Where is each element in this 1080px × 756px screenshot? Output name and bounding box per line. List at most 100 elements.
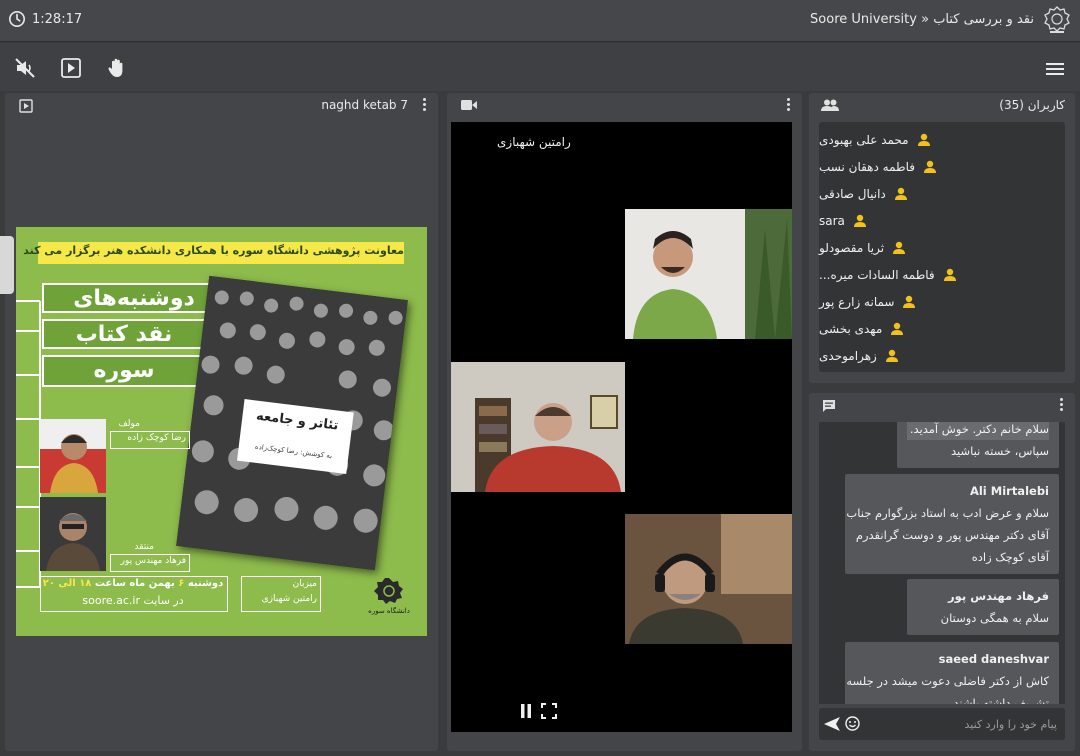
user-name: دانیال صادقی (819, 186, 886, 201)
chat-message-3: فرهاد مهندس پور سلام به همگی دوستان (907, 579, 1059, 635)
critic-name: فرهاد مهندس پور (120, 556, 186, 566)
users-count-title: کاربران (35) (999, 98, 1065, 112)
poster-logo-icon (374, 578, 403, 604)
hamburger-menu-icon[interactable] (1044, 58, 1066, 80)
user-list-item[interactable]: sara (819, 207, 1065, 234)
date-time: ۱۸ الی ۲۰ (42, 578, 92, 589)
chat-message-4-author: saeed daneshvar (938, 652, 1049, 666)
user-name: ثریا مقصودلو (819, 240, 885, 255)
user-icon (853, 214, 866, 227)
meeting-title: Soore University » نقد و بررسی کتاب (810, 12, 1034, 27)
user-name: مهدی بخشی (819, 321, 883, 336)
fullscreen-icon[interactable] (541, 703, 557, 719)
chat-input-bar (819, 708, 1065, 740)
user-icon (885, 349, 898, 362)
poster-header-text: معاونت پژوهشی دانشگاه سوره با همکاری دان… (23, 244, 404, 257)
series-line-1: دوشنبه‌های (73, 286, 195, 311)
user-icon (943, 268, 956, 281)
timer-text: 1:28:17 (32, 11, 83, 27)
sidebar-toggle-handle[interactable] (0, 236, 14, 294)
user-name: سمانه زارع پور (819, 294, 895, 309)
chat-message-2-author: Ali Mirtalebi (969, 484, 1049, 498)
chat-message-3-line-1: سلام به همگی دوستان (940, 611, 1049, 625)
date-mid: بهمن ماه ساعت (91, 578, 179, 589)
chat-icon (823, 400, 835, 412)
site-url: soore.ac.ir (82, 594, 140, 607)
user-list-item[interactable]: فاطمه دهقان نسب (819, 153, 1065, 180)
user-icon (894, 187, 907, 200)
user-icon (893, 241, 906, 254)
chat-message-2-line-3: آقای کوچک زاده (971, 550, 1049, 564)
play-media-icon[interactable] (60, 57, 82, 79)
author-name: رضا کوچک زاده (127, 433, 186, 443)
user-list-item[interactable]: ثریا مقصودلو (819, 234, 1065, 261)
chat-message-1: سلام خانم دکتر. خوش آمدید. سپاس، خسته نب… (897, 422, 1059, 468)
chat-message-4-line-2: تشریف داشته باشند (953, 696, 1049, 704)
video-header (447, 93, 802, 117)
webcam-tile-2[interactable] (451, 362, 625, 492)
mute-audio-icon[interactable] (14, 57, 36, 79)
date-line: دوشنبه ۶ بهمن ماه ساعت ۱۸ الی ۲۰ (42, 578, 224, 589)
author-photo (40, 419, 106, 493)
chat-message-input[interactable] (871, 715, 1057, 733)
presentation-slide: معاونت پژوهشی دانشگاه سوره با همکاری دان… (16, 227, 427, 636)
university-logo-icon (1044, 6, 1070, 33)
users-list: محمد علی بهبودی فاطمه دهقان نسب دانیال صاد… (819, 122, 1065, 372)
toolbar (0, 43, 1080, 91)
camera-icon (461, 100, 477, 110)
webcam-tile-1[interactable] (625, 209, 792, 339)
chat-messages: سلام خانم دکتر. خوش آمدید. سپاس، خسته نب… (819, 422, 1065, 704)
chat-message-2-line-2: آقای دکتر مهندس پور و دوست گرانقدرم (855, 528, 1049, 542)
user-list-item[interactable]: محمد علی بهبودی (819, 126, 1065, 153)
chat-message-1-line-2: سپاس، خسته نباشید (951, 444, 1049, 458)
user-list-item[interactable]: سمانه زارع پور (819, 288, 1065, 315)
user-name: محمد علی بهبودی (819, 132, 909, 147)
chat-header (809, 393, 1075, 417)
user-name: فاطمه دهقان نسب (819, 159, 915, 174)
chat-message-2-line-1: سلام و عرض ادب به استاد بزرگوارم جناب (846, 506, 1049, 520)
top-bar: 1:28:17 Soore University » نقد و بررسی ک… (0, 0, 1080, 42)
chat-options-icon[interactable] (1059, 398, 1063, 412)
presentation-title: naghd ketab 7 (321, 98, 408, 112)
chat-message-4: saeed daneshvar کاش از دکتر فاضلی دعوت م… (845, 642, 1059, 704)
book-cover: تئاتر و جامعه به کوشش: رضا کوچک‌زاده (176, 275, 408, 571)
author-role: مولف (118, 419, 140, 429)
user-list-item[interactable]: مهدی بخشی (819, 315, 1065, 342)
video-options-icon[interactable] (786, 98, 790, 112)
user-list-item[interactable]: زهراموحدی (819, 342, 1065, 369)
presentation-options-icon[interactable] (422, 98, 426, 112)
video-area: رامتین شهبازی (451, 122, 792, 732)
site-line: soore.ac.ir در سایت (42, 594, 224, 607)
speaker-label: رامتین شهبازی (497, 135, 571, 149)
presentation-icon (19, 99, 33, 113)
pause-icon[interactable] (519, 703, 533, 719)
session-timer: 1:28:17 (8, 10, 82, 28)
chat-message-2: Ali Mirtalebi سلام و عرض ادب به استاد بز… (845, 474, 1059, 574)
chat-message-4-line-1: کاش از دکتر فاضلی دعوت میشد در جلسه (846, 674, 1049, 688)
poster-logo-text: دانشگاه سوره (368, 607, 410, 615)
webcam-tile-3[interactable] (625, 514, 792, 644)
users-group-icon (821, 99, 839, 111)
user-list-item[interactable]: فاطمه السادات میره... (819, 261, 1065, 288)
critic-photo (40, 497, 106, 571)
clock-icon (8, 10, 26, 28)
user-name: زهراموحدی (819, 348, 877, 363)
host-role: میزبان (292, 579, 317, 589)
presentation-header: naghd ketab 7 (5, 93, 438, 117)
emoji-icon[interactable] (845, 716, 860, 731)
user-name: sara (819, 213, 845, 228)
user-icon (903, 295, 916, 308)
user-list-item[interactable]: دانیال صادقی (819, 180, 1065, 207)
user-icon (891, 322, 904, 335)
date-pre: دوشنبه (184, 578, 224, 589)
user-name: فاطمه السادات میره... (819, 267, 935, 282)
chat-message-1-line-1: سلام خانم دکتر. خوش آمدید. (907, 422, 1049, 440)
host-name: رامتین شهبازی (261, 594, 317, 604)
series-line-3: سوره (93, 358, 155, 383)
critic-role: منتقد (134, 542, 154, 552)
send-icon[interactable] (824, 717, 840, 731)
users-header: کاربران (35) (809, 93, 1075, 117)
raise-hand-icon[interactable] (106, 57, 128, 79)
user-icon (917, 133, 930, 146)
site-prefix: در سایت (143, 594, 184, 607)
